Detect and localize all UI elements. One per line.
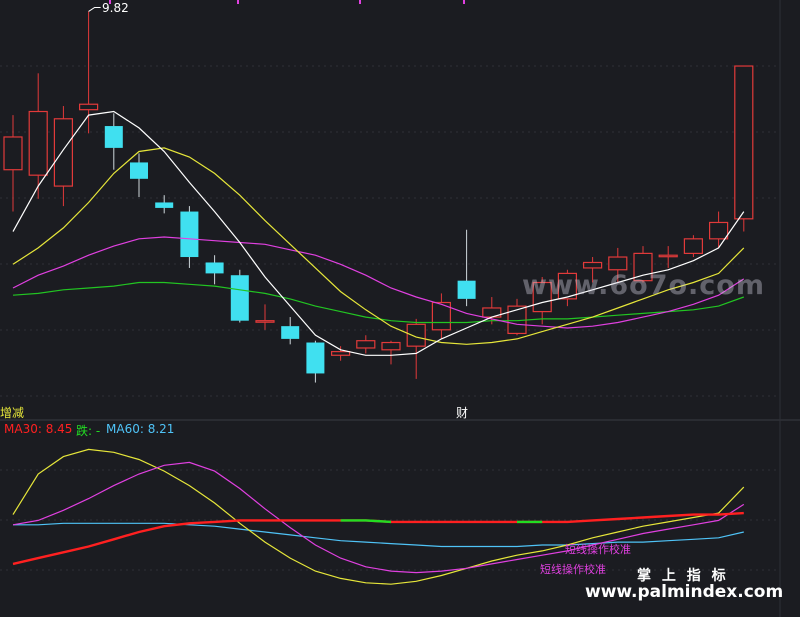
lower-ma30-down-segment-0 (340, 519, 392, 524)
chart-canvas (0, 0, 800, 617)
candle-body-13 (331, 351, 351, 356)
candle-body-4 (104, 126, 123, 148)
candle-body-15 (381, 341, 401, 351)
candle-body-8 (205, 262, 224, 274)
stock-chart-window: 9.82 增减 财 MA30: 8.45 跌: - MA60: 8.21 短线操… (0, 0, 800, 617)
candle-body-26 (658, 254, 678, 258)
candle-body-29 (734, 65, 754, 220)
candle-body-12 (306, 342, 325, 374)
candle-body-10 (255, 320, 275, 323)
candle-body-0 (3, 136, 23, 171)
max-price-pointer (88, 6, 101, 12)
candle-body-27 (683, 238, 704, 254)
event-label-left: 增减 (0, 406, 25, 420)
candle-body-1 (28, 110, 48, 176)
candle-body-6 (155, 202, 174, 208)
candle-body-14 (356, 340, 376, 349)
candle-body-28 (708, 221, 729, 240)
legend-ma60: MA60: 8.21 (106, 422, 175, 436)
candle-body-3 (78, 103, 99, 111)
candle-body-11 (281, 326, 300, 339)
candle-body-24 (608, 256, 628, 271)
annotation-2: 短线操作校准 (540, 563, 606, 576)
watermark-url-top: www.6o7o.com (522, 270, 765, 301)
candle-body-9 (230, 275, 249, 321)
legend-ma30: MA30: 8.45 (4, 422, 73, 436)
candle-body-5 (130, 162, 148, 179)
candle-body-16 (406, 323, 426, 347)
candle-body-23 (582, 261, 603, 269)
legend-down: 跌: - (76, 424, 101, 438)
candle-body-2 (53, 118, 74, 187)
annotation-1: 短线操作校准 (565, 543, 631, 556)
ma10-line (12, 147, 745, 345)
watermark-url-bottom: www.palmindex.com (585, 582, 784, 602)
candle-body-18 (457, 280, 476, 299)
event-label-mid: 财 (456, 406, 469, 420)
max-price-label: 9.82 (102, 1, 129, 15)
lower-ma60-line (13, 522, 744, 548)
candle-body-7 (180, 211, 199, 258)
